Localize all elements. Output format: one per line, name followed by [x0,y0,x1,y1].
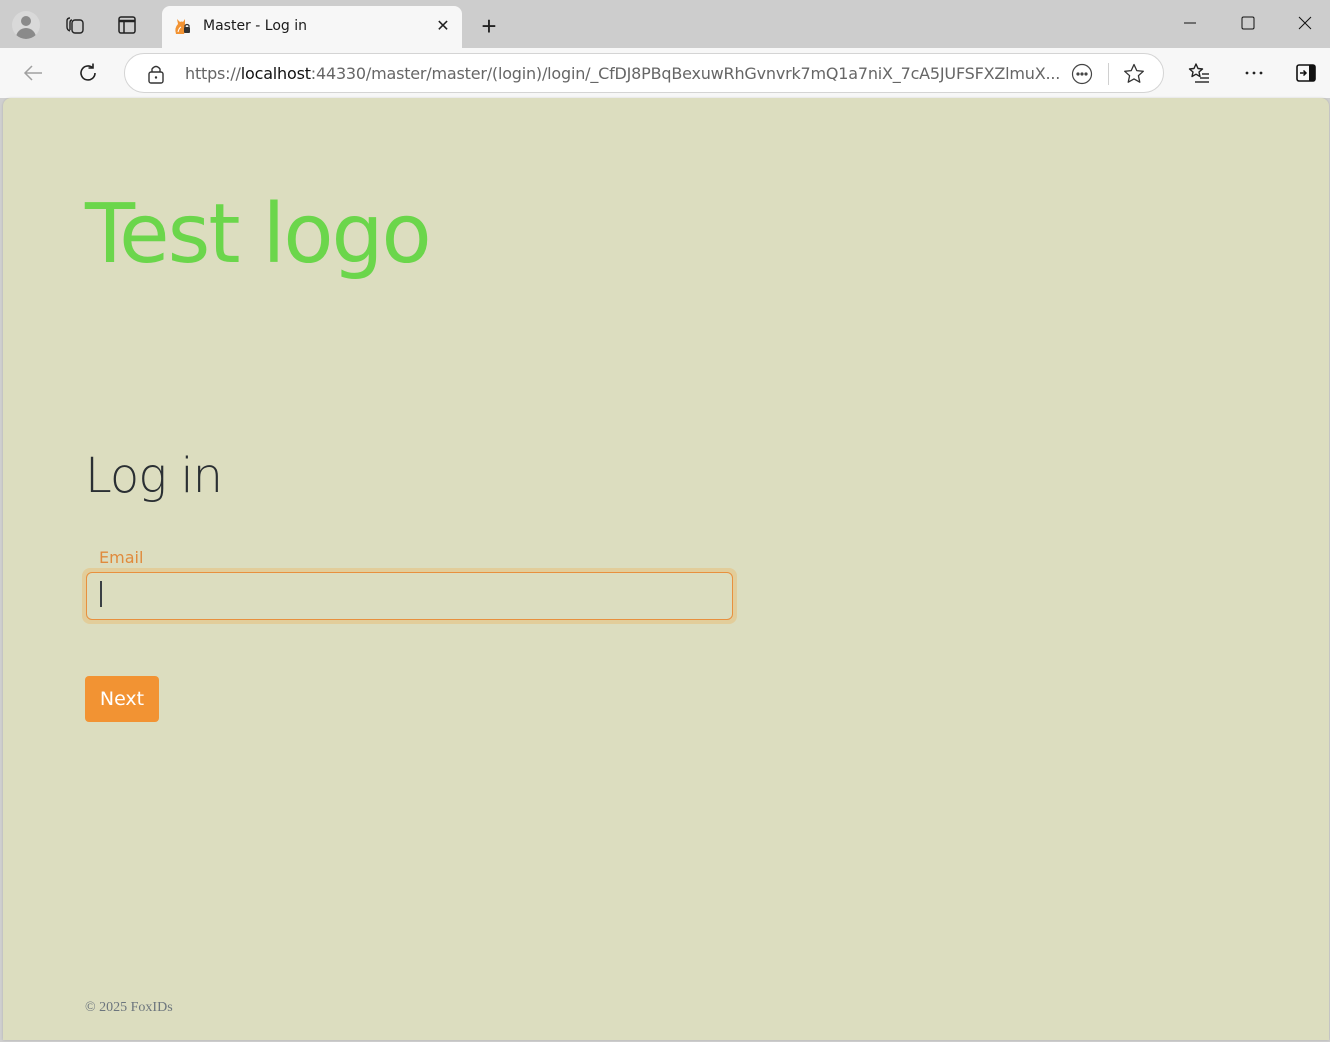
email-input[interactable] [86,572,733,620]
vertical-tabs-button[interactable] [112,10,142,40]
page-title: Log in [85,448,223,504]
reload-icon [80,63,96,81]
tab-title: Master - Log in [203,18,307,34]
maximize-button[interactable] [1219,0,1277,46]
workspaces-icon [66,17,84,34]
foxids-favicon-icon [175,19,190,34]
page-actions-icon[interactable] [1071,63,1093,85]
window-close-icon [1298,16,1312,30]
workspaces-button[interactable] [60,10,90,40]
favorite-star-icon[interactable] [1122,62,1146,86]
browser-tab-active[interactable]: Master - Log in ✕ [162,6,462,48]
arrow-left-icon [23,65,42,81]
window-close-button[interactable] [1276,0,1330,46]
vertical-tabs-icon [118,16,136,34]
address-bar-divider [1108,63,1109,85]
profile-avatar-icon [12,11,40,39]
lock-icon[interactable] [147,64,165,84]
maximize-icon [1241,16,1255,30]
url-path: :44330/master/master/(login)/login/_CfDJ… [310,64,1061,83]
favorites-list-icon [1188,63,1209,83]
sidebar-icon [1296,64,1316,82]
email-label: Email [99,548,144,567]
minimize-button[interactable] [1161,0,1219,46]
url-scheme: https:// [185,64,241,83]
browser-tab-strip: Master - Log in ✕ + [0,0,1330,48]
url-text[interactable]: https://localhost:44330/master/master/(l… [185,64,1060,83]
text-caret [100,581,102,607]
plus-icon: + [481,10,497,41]
reload-button[interactable] [72,57,104,89]
favorites-button[interactable] [1183,57,1215,89]
sidebar-toggle-button[interactable] [1290,57,1322,89]
new-tab-button[interactable]: + [474,11,504,41]
back-button[interactable] [17,57,49,89]
settings-menu-button[interactable] [1238,57,1270,89]
minimize-icon [1184,22,1196,24]
footer-copyright: © 2025 FoxIDs [85,1000,173,1015]
page-viewport: Test logo Log in Email Next © 2025 FoxID… [3,98,1329,1040]
email-focus-ring [82,568,737,624]
more-horizontal-icon [1245,71,1263,75]
address-bar[interactable]: https://localhost:44330/master/master/(l… [124,53,1164,93]
profile-button[interactable] [11,10,41,40]
tab-close-icon[interactable]: ✕ [432,15,454,37]
logo-text: Test logo [85,187,432,282]
browser-toolbar: https://localhost:44330/master/master/(l… [0,48,1330,98]
next-button[interactable]: Next [85,676,159,722]
url-host: localhost [240,64,311,83]
